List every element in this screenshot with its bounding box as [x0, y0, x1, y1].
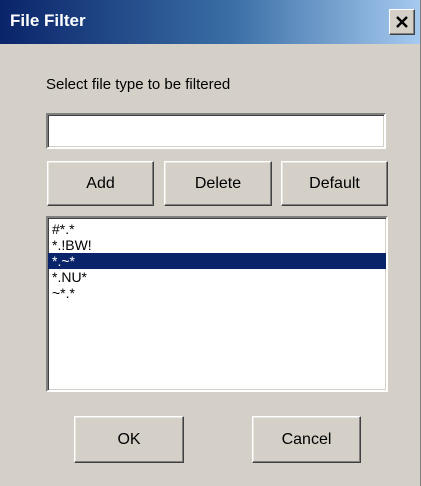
list-item-selected[interactable]: *.~*	[48, 253, 386, 269]
close-x-icon	[396, 16, 408, 28]
default-button[interactable]: Default	[281, 161, 388, 206]
ok-button[interactable]: OK	[74, 416, 184, 463]
cancel-button[interactable]: Cancel	[252, 416, 361, 463]
list-item[interactable]: *.!BW!	[48, 237, 386, 253]
close-button[interactable]	[389, 9, 415, 35]
window-title: File Filter	[10, 11, 86, 30]
filter-input[interactable]	[46, 113, 386, 149]
list-item[interactable]: #*.*	[48, 221, 386, 237]
list-item[interactable]: *.NU*	[48, 269, 386, 285]
title-bar[interactable]: File Filter	[0, 0, 420, 44]
prompt-label: Select file type to be filtered	[46, 76, 231, 93]
delete-button[interactable]: Delete	[164, 161, 272, 206]
list-item[interactable]: ~*.*	[48, 285, 386, 301]
file-filter-dialog: File Filter Select file type to be filte…	[0, 0, 421, 486]
filter-list[interactable]: #*.* *.!BW! *.~* *.NU* ~*.*	[46, 216, 388, 392]
add-button[interactable]: Add	[47, 161, 154, 206]
